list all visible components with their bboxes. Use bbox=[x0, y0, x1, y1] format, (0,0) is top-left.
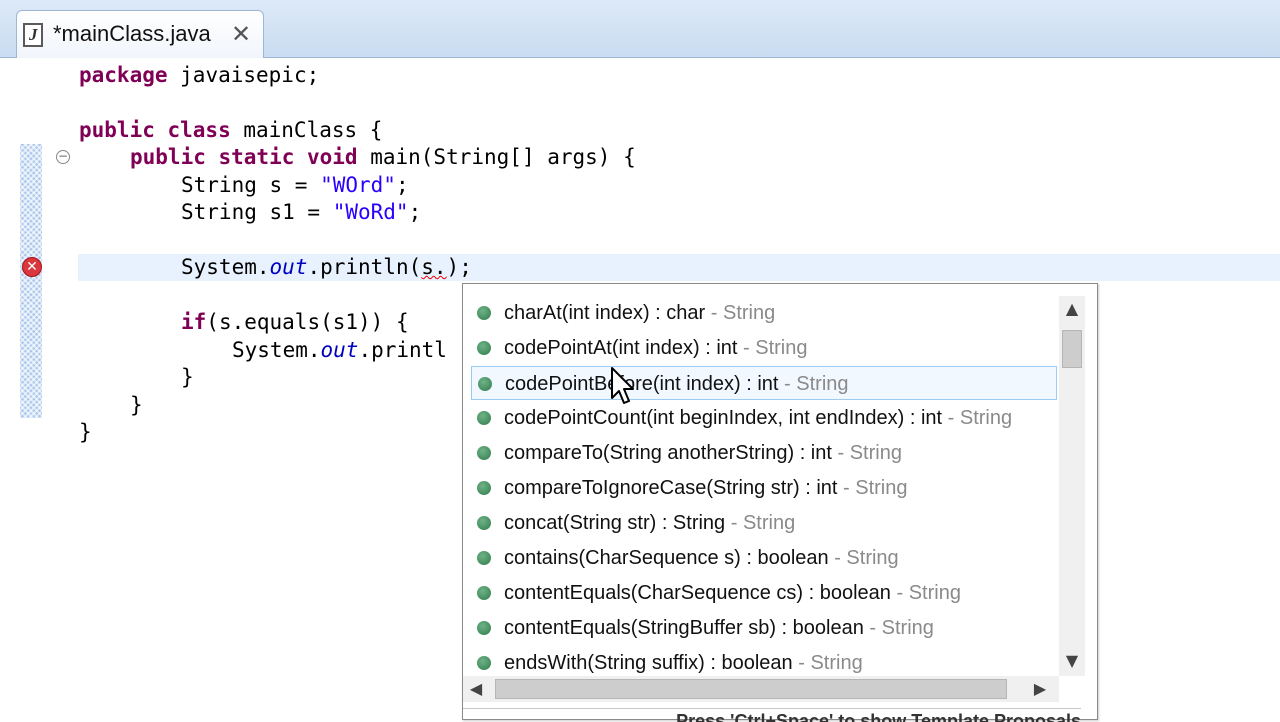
mouse-pointer-icon bbox=[611, 367, 634, 404]
public-method-icon bbox=[477, 586, 491, 600]
scroll-left-arrow-icon[interactable]: ◀ bbox=[463, 676, 489, 702]
proposal-item[interactable]: compareTo(String anotherString) : int - … bbox=[471, 436, 1057, 470]
java-file-icon: J bbox=[23, 23, 43, 47]
scroll-down-arrow-icon[interactable]: ▼ bbox=[1059, 648, 1085, 674]
code-line-5: String s1 = "WoRd"; bbox=[181, 200, 422, 224]
editor-tab-bar: J *mainClass.java ✕ bbox=[0, 0, 1280, 59]
proposal-item[interactable]: compareToIgnoreCase(String str) : int - … bbox=[471, 471, 1057, 505]
code-line-1: package javaisepic; bbox=[79, 63, 320, 87]
error-icon[interactable]: ✕ bbox=[22, 257, 42, 277]
proposal-label: codePointCount(int beginIndex, int endIn… bbox=[504, 407, 1013, 429]
code-line-11: } bbox=[79, 420, 92, 444]
vertical-scroll-thumb[interactable] bbox=[1062, 330, 1082, 368]
proposal-item[interactable]: codePointCount(int beginIndex, int endIn… bbox=[471, 401, 1057, 435]
public-method-icon bbox=[477, 656, 491, 670]
horizontal-scroll-thumb[interactable] bbox=[495, 679, 1007, 699]
proposal-item[interactable]: codePointBefore(int index) : int - Strin… bbox=[471, 366, 1057, 400]
proposal-label: compareTo(String anotherString) : int - … bbox=[504, 442, 902, 464]
proposal-label: endsWith(String suffix) : boolean - Stri… bbox=[504, 652, 863, 674]
change-marker-bar bbox=[20, 144, 42, 418]
public-method-icon bbox=[478, 377, 492, 391]
public-method-icon bbox=[477, 446, 491, 460]
proposal-label: codePointAt(int index) : int - String bbox=[504, 337, 808, 359]
proposal-item[interactable]: contains(CharSequence s) : boolean - Str… bbox=[471, 541, 1057, 575]
error-token: s. bbox=[421, 255, 447, 279]
code-line-8: System.out.printl bbox=[232, 338, 447, 362]
code-line-2: public class mainClass { bbox=[79, 118, 383, 142]
code-line-4: String s = "WOrd"; bbox=[181, 173, 409, 197]
proposal-label: concat(String str) : String - String bbox=[504, 512, 796, 534]
proposal-item[interactable]: endsWith(String suffix) : boolean - Stri… bbox=[471, 646, 1057, 676]
collapse-icon[interactable]: − bbox=[56, 150, 70, 164]
public-method-icon bbox=[477, 621, 491, 635]
code-line-10: } bbox=[130, 393, 143, 417]
proposal-label: codePointBefore(int index) : int - Strin… bbox=[505, 373, 849, 395]
proposal-label: contains(CharSequence s) : boolean - Str… bbox=[504, 547, 899, 569]
hint-text: Press 'Ctrl+Space' to show Template Prop… bbox=[676, 711, 1081, 722]
horizontal-scrollbar[interactable]: ◀ ▶ bbox=[463, 676, 1059, 702]
public-method-icon bbox=[477, 341, 491, 355]
proposal-label: compareToIgnoreCase(String str) : int - … bbox=[504, 477, 908, 499]
proposal-label: contentEquals(StringBuffer sb) : boolean… bbox=[504, 617, 934, 639]
code-line-6: System.out.println(s.); bbox=[181, 255, 472, 279]
proposal-label: contentEquals(CharSequence cs) : boolean… bbox=[504, 582, 961, 604]
proposal-item[interactable]: contentEquals(CharSequence cs) : boolean… bbox=[471, 576, 1057, 610]
code-line-3: public static void main(String[] args) { bbox=[130, 145, 636, 169]
public-method-icon bbox=[477, 481, 491, 495]
proposal-item[interactable]: contentEquals(StringBuffer sb) : boolean… bbox=[471, 611, 1057, 645]
close-icon[interactable]: ✕ bbox=[231, 20, 251, 49]
public-method-icon bbox=[477, 411, 491, 425]
public-method-icon bbox=[477, 516, 491, 530]
public-method-icon bbox=[477, 306, 491, 320]
tab-mainclass-java[interactable]: J *mainClass.java ✕ bbox=[16, 10, 264, 59]
vertical-scrollbar[interactable]: ▲ ▼ bbox=[1059, 296, 1085, 676]
content-assist-popup: charAt(int index) : char - String codePoi… bbox=[462, 283, 1098, 722]
code-line-7: if(s.equals(s1)) { bbox=[181, 310, 409, 334]
proposal-item[interactable]: concat(String str) : String - String bbox=[471, 506, 1057, 540]
proposal-label: charAt(int index) : char - String bbox=[504, 302, 776, 324]
public-method-icon bbox=[477, 551, 491, 565]
proposal-item[interactable]: charAt(int index) : char - String bbox=[471, 296, 1057, 330]
proposal-list[interactable]: charAt(int index) : char - String codePoi… bbox=[463, 296, 1059, 676]
proposal-item[interactable]: codePointAt(int index) : int - String bbox=[471, 331, 1057, 365]
scroll-up-arrow-icon[interactable]: ▲ bbox=[1059, 296, 1085, 322]
tab-title: *mainClass.java bbox=[53, 21, 211, 46]
scroll-right-arrow-icon[interactable]: ▶ bbox=[1027, 676, 1053, 702]
code-line-9: } bbox=[181, 365, 194, 389]
